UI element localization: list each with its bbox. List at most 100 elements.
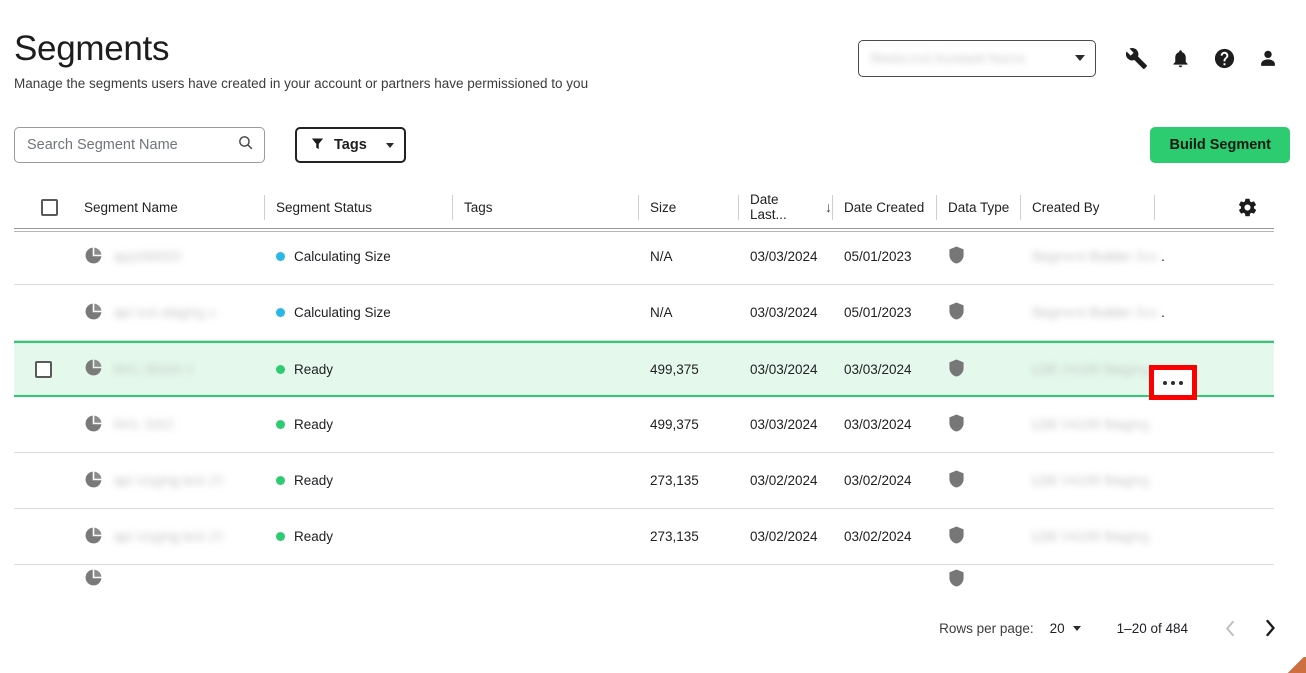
dot-icon <box>1171 380 1175 385</box>
status-dot <box>276 420 285 429</box>
column-header-segment-status[interactable]: Segment Status <box>264 194 452 221</box>
pie-chart-icon <box>84 246 103 268</box>
table-body: app000000 Calculating Size N/A 03/03/202… <box>14 229 1274 617</box>
segment-name-value: app000000 <box>114 249 182 264</box>
row-date-created: 05/01/2023 <box>844 249 912 264</box>
rows-per-page-value: 20 <box>1049 620 1065 636</box>
account-selector[interactable]: Redacted Account Name <box>858 39 1096 77</box>
status-label: Ready <box>294 473 334 488</box>
segment-name-value: HHL 1002 <box>114 417 175 432</box>
column-header-date-created[interactable]: Date Created <box>832 194 936 221</box>
status-label: Ready <box>294 361 334 377</box>
created-by-value: LDE 04100 Staging <box>1032 361 1150 377</box>
row-data-type <box>936 525 1020 548</box>
table-row[interactable]: HHL 1002 Ready 499,375 03/03/2024 03/03/… <box>14 397 1274 453</box>
created-by-value: LDE 04100 Staging <box>1032 473 1150 488</box>
table-row[interactable]: app000000 Calculating Size N/A 03/03/202… <box>14 229 1274 285</box>
help-icon[interactable] <box>1202 38 1246 78</box>
table-row[interactable]: api staging test 25 Ready 273,135 03/02/… <box>14 509 1274 565</box>
row-date-last: 03/03/2024 <box>750 305 818 320</box>
status-label: Ready <box>294 417 334 432</box>
shield-icon <box>948 301 965 324</box>
row-segment-name: api staging test 25 <box>72 526 264 548</box>
column-header-date-last[interactable]: Date Last... ↓ <box>738 192 832 222</box>
row-data-type <box>936 301 1020 324</box>
row-data-type <box>936 568 1020 591</box>
tags-filter-button[interactable]: Tags <box>295 127 406 163</box>
status-dot <box>276 252 285 261</box>
column-header-data-type[interactable]: Data Type <box>936 194 1020 221</box>
row-segment-name: HHL 1002 <box>72 414 264 436</box>
page-title: Segments <box>14 29 170 68</box>
column-header-size[interactable]: Size <box>638 194 738 221</box>
table-row[interactable]: api test staging u Calculating Size N/A … <box>14 285 1274 341</box>
row-checkbox-cell <box>14 360 72 378</box>
previous-page-button[interactable] <box>1210 608 1250 648</box>
pagination-range: 1–20 of 484 <box>1116 620 1188 636</box>
sort-descending-icon: ↓ <box>825 199 832 215</box>
pie-chart-icon <box>84 358 103 380</box>
filter-icon <box>310 136 325 155</box>
row-date-last: 03/03/2024 <box>750 417 818 432</box>
row-size: 499,375 <box>650 417 699 432</box>
next-page-button[interactable] <box>1250 608 1290 648</box>
build-segment-button[interactable]: Build Segment <box>1150 127 1290 163</box>
search-icon[interactable] <box>237 134 254 156</box>
status-label: Calculating Size <box>294 305 391 320</box>
row-date-created: 03/02/2024 <box>844 529 912 544</box>
row-size: N/A <box>650 305 673 320</box>
pie-chart-icon <box>84 526 103 548</box>
wrench-icon[interactable] <box>1114 38 1158 78</box>
chevron-down-icon <box>385 142 394 148</box>
chevron-down-icon <box>1072 625 1081 631</box>
toolbar: Tags <box>14 127 406 163</box>
table-row-partial[interactable] <box>14 565 1274 593</box>
table-row[interactable]: api staging test 25 Ready 273,135 03/02/… <box>14 453 1274 509</box>
gear-icon[interactable] <box>1237 197 1258 218</box>
column-header-date-last-label: Date Last... <box>750 192 787 222</box>
status-label: Calculating Size <box>294 249 391 264</box>
row-date-last: 03/02/2024 <box>750 529 818 544</box>
status-dot <box>276 308 285 317</box>
search-box[interactable] <box>14 127 265 163</box>
segments-page: Segments Manage the segments users have … <box>0 0 1306 673</box>
column-header-segment-name[interactable]: Segment Name <box>72 194 264 221</box>
rows-per-page-select[interactable]: 20 <box>1050 621 1081 636</box>
created-by-value: LDE 04100 Staging <box>1032 417 1150 432</box>
segment-name-value: HHL 00100 3 <box>114 361 194 377</box>
row-segment-name: api staging test 25 <box>72 470 264 492</box>
shield-icon <box>948 469 965 492</box>
segment-name-value: api test staging u <box>114 305 217 320</box>
tags-filter-label: Tags <box>334 137 367 153</box>
segment-name-value: api staging test 25 <box>114 473 224 488</box>
row-created-by: Segment Builder Svc . <box>1020 249 1165 264</box>
row-data-type <box>936 413 1020 436</box>
row-segment-name: api test staging u <box>72 302 264 324</box>
corner-artifact <box>1284 657 1306 673</box>
row-status: Ready <box>264 362 452 377</box>
select-all-checkbox[interactable] <box>40 198 58 216</box>
search-input[interactable] <box>27 137 237 153</box>
row-data-type <box>936 245 1020 268</box>
pie-chart-icon <box>84 470 103 492</box>
column-header-tags[interactable]: Tags <box>452 194 638 221</box>
rows-per-page-label: Rows per page: <box>939 620 1034 636</box>
created-by-value: Segment Builder Svc <box>1032 305 1159 320</box>
header-controls: Redacted Account Name <box>858 38 1290 78</box>
shield-icon <box>948 568 965 591</box>
row-segment-name: HHL 00100 3 <box>72 358 264 380</box>
row-date-created: 03/03/2024 <box>844 417 912 432</box>
row-created-by: LDE 04100 Staging <box>1020 417 1154 432</box>
bell-icon[interactable] <box>1158 38 1202 78</box>
dot-icon <box>1179 380 1183 385</box>
row-size: 273,135 <box>650 529 699 544</box>
account-icon[interactable] <box>1246 38 1290 78</box>
row-status: Ready <box>264 529 452 544</box>
row-date-created: 03/03/2024 <box>844 361 912 377</box>
column-header-created-by[interactable]: Created By <box>1020 194 1154 221</box>
row-checkbox[interactable] <box>34 360 52 378</box>
row-size: N/A <box>650 249 673 264</box>
row-more-actions-button[interactable] <box>1158 371 1188 394</box>
table-row-selected[interactable]: HHL 00100 3 Ready 499,375 03/03/2024 03/… <box>14 341 1274 397</box>
shield-icon <box>948 413 965 436</box>
